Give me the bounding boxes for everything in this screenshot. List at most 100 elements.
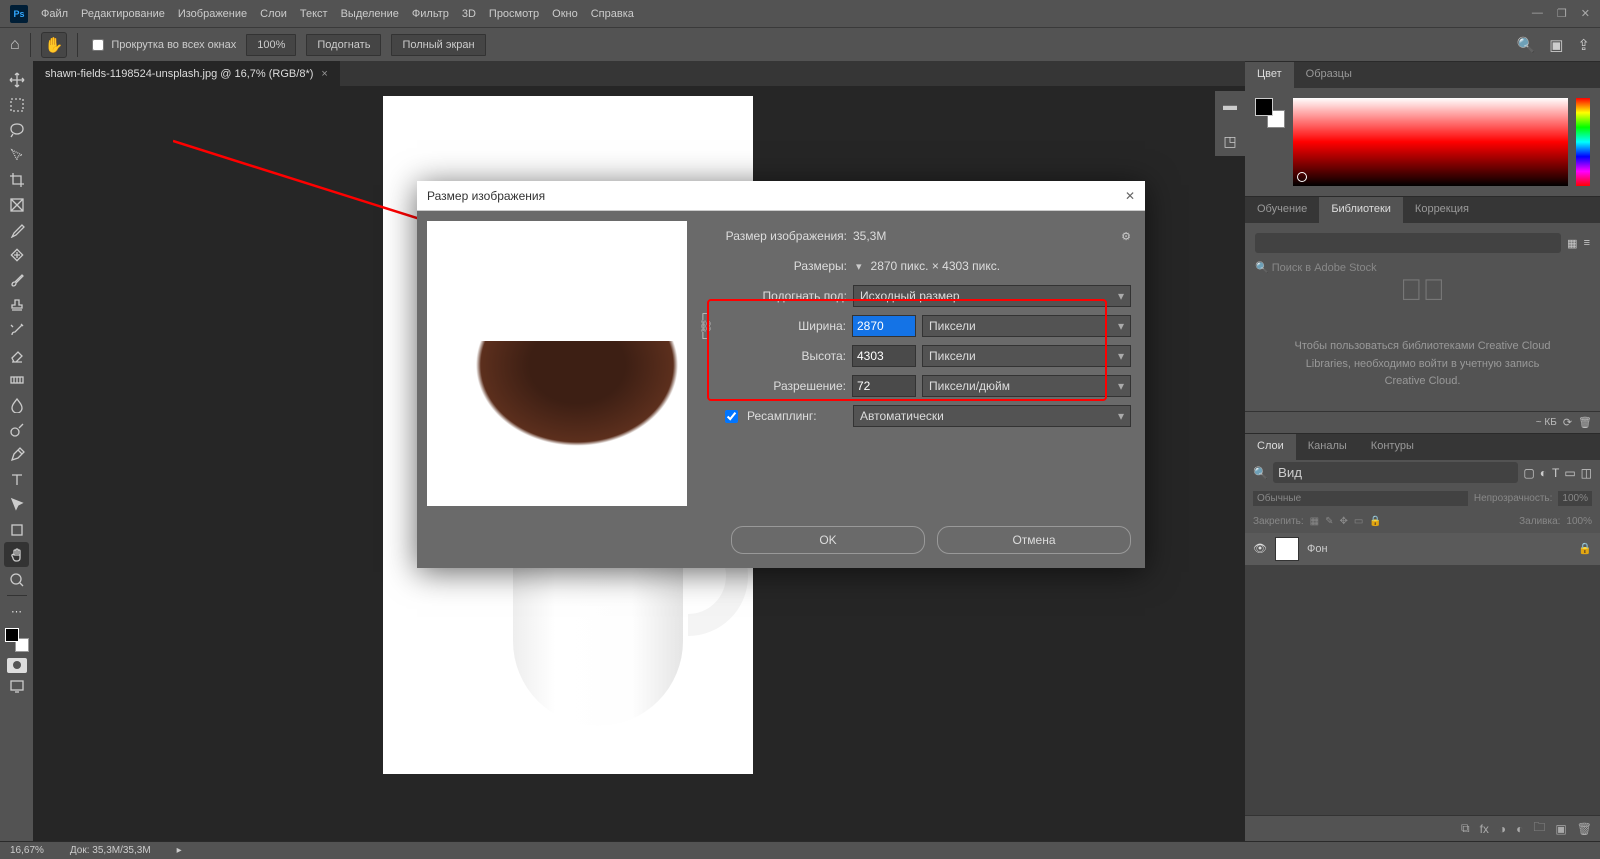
menu-filter[interactable]: Фильтр bbox=[412, 8, 449, 20]
crop-tool[interactable] bbox=[4, 167, 29, 192]
panel-foreground-color[interactable] bbox=[1255, 98, 1273, 116]
marquee-tool[interactable] bbox=[4, 92, 29, 117]
ok-button[interactable]: OK bbox=[731, 526, 925, 554]
foreground-color-swatch[interactable] bbox=[5, 628, 19, 642]
lib-list-icon[interactable]: ≡ bbox=[1584, 237, 1590, 249]
resolution-input[interactable] bbox=[852, 375, 916, 397]
lock-pixels-icon[interactable]: ▦ bbox=[1310, 516, 1319, 527]
pen-tool[interactable] bbox=[4, 442, 29, 467]
resolution-unit-select[interactable]: Пиксели/дюйм bbox=[922, 375, 1131, 397]
group-icon[interactable]: 🗀 bbox=[1533, 818, 1545, 839]
status-zoom[interactable]: 16,67% bbox=[10, 845, 44, 856]
lasso-tool[interactable] bbox=[4, 117, 29, 142]
blend-mode-select[interactable]: Обычные bbox=[1253, 491, 1468, 506]
gradient-tool[interactable] bbox=[4, 367, 29, 392]
layer-thumbnail[interactable] bbox=[1275, 537, 1299, 561]
lock-artboard-icon[interactable]: ▭ bbox=[1354, 516, 1363, 527]
layer-lock-icon[interactable]: 🔒 bbox=[1578, 542, 1592, 555]
move-tool[interactable] bbox=[4, 67, 29, 92]
layers-tab[interactable]: Слои bbox=[1245, 434, 1296, 460]
menu-help[interactable]: Справка bbox=[591, 8, 634, 20]
lib-trash-icon[interactable]: 🗑 bbox=[1578, 416, 1592, 429]
swatches-tab[interactable]: Образцы bbox=[1294, 62, 1364, 88]
zoom-100-button[interactable]: 100% bbox=[246, 34, 296, 56]
menu-file[interactable]: Файл bbox=[41, 8, 68, 20]
filter-smart-icon[interactable]: ◫ bbox=[1581, 466, 1592, 480]
fill-value[interactable]: 100% bbox=[1566, 516, 1592, 527]
edit-toolbar-button[interactable]: ⋯ bbox=[4, 599, 29, 624]
width-unit-select[interactable]: Пиксели bbox=[922, 315, 1131, 337]
lib-sync-icon[interactable]: ⟳ bbox=[1563, 416, 1572, 429]
shape-tool[interactable] bbox=[4, 517, 29, 542]
scroll-all-input[interactable] bbox=[92, 39, 104, 51]
fullscreen-button[interactable]: Полный экран bbox=[391, 34, 485, 56]
filter-type-icon[interactable]: T bbox=[1552, 466, 1559, 480]
blur-tool[interactable] bbox=[4, 392, 29, 417]
menu-3d[interactable]: 3D bbox=[462, 8, 476, 20]
menu-layers[interactable]: Слои bbox=[260, 8, 287, 20]
lock-brush-icon[interactable]: ✎ bbox=[1325, 516, 1333, 527]
scroll-all-checkbox[interactable]: Прокрутка во всех окнах bbox=[88, 36, 236, 54]
eraser-tool[interactable] bbox=[4, 342, 29, 367]
dock-panel-1-icon[interactable]: ▬ bbox=[1223, 97, 1237, 113]
width-input[interactable] bbox=[852, 315, 916, 337]
path-select-tool[interactable] bbox=[4, 492, 29, 517]
quick-select-tool[interactable] bbox=[4, 142, 29, 167]
adjustments-tab[interactable]: Коррекция bbox=[1403, 197, 1481, 223]
color-tab[interactable]: Цвет bbox=[1245, 62, 1294, 88]
minimize-button[interactable]: — bbox=[1532, 7, 1543, 20]
document-tab-close[interactable]: × bbox=[321, 68, 327, 80]
mask-icon[interactable]: ◑ bbox=[1499, 822, 1506, 836]
history-brush-tool[interactable] bbox=[4, 317, 29, 342]
layer-visibility-icon[interactable]: 👁 bbox=[1253, 542, 1267, 555]
color-picker-area[interactable] bbox=[1293, 98, 1568, 186]
hue-slider[interactable] bbox=[1576, 98, 1590, 186]
new-layer-icon[interactable]: ▣ bbox=[1555, 822, 1566, 836]
color-panel-swatches[interactable] bbox=[1255, 98, 1285, 128]
filter-pixel-icon[interactable]: ▢ bbox=[1523, 466, 1534, 480]
resample-select[interactable]: Автоматически bbox=[853, 405, 1131, 427]
status-doc-size[interactable]: Док: 35,3M/35,3M bbox=[70, 845, 151, 856]
eyedropper-tool[interactable] bbox=[4, 217, 29, 242]
close-button[interactable]: ✕ bbox=[1581, 7, 1590, 20]
dock-panel-2-icon[interactable]: ◳ bbox=[1223, 133, 1236, 150]
menu-window[interactable]: Окно bbox=[552, 8, 578, 20]
lib-grid-icon[interactable]: ▦ bbox=[1567, 237, 1577, 250]
height-unit-select[interactable]: Пиксели bbox=[922, 345, 1131, 367]
fitto-select[interactable]: Исходный размер bbox=[853, 285, 1131, 307]
home-button[interactable]: ⌂ bbox=[10, 36, 20, 54]
fx-icon[interactable]: fx bbox=[1480, 822, 1489, 836]
color-swatches[interactable] bbox=[5, 628, 29, 652]
share-icon[interactable]: ⇪ bbox=[1577, 36, 1590, 54]
status-chevron-icon[interactable]: ▸ bbox=[177, 845, 182, 856]
hand-tool-icon[interactable]: ✋ bbox=[41, 32, 68, 58]
workspace-icon[interactable]: ▣ bbox=[1549, 36, 1563, 54]
opacity-value[interactable]: 100% bbox=[1558, 491, 1592, 506]
filter-adjust-icon[interactable]: ◐ bbox=[1540, 466, 1547, 480]
type-tool[interactable] bbox=[4, 467, 29, 492]
menu-edit[interactable]: Редактирование bbox=[81, 8, 165, 20]
menu-image[interactable]: Изображение bbox=[178, 8, 247, 20]
frame-tool[interactable] bbox=[4, 192, 29, 217]
dimensions-chevron-icon[interactable]: ▾ bbox=[853, 260, 865, 273]
brush-tool[interactable] bbox=[4, 267, 29, 292]
link-icon[interactable]: ┌⛓└ bbox=[697, 308, 715, 345]
delete-layer-icon[interactable]: 🗑 bbox=[1577, 822, 1592, 836]
learn-tab[interactable]: Обучение bbox=[1245, 197, 1319, 223]
dialog-close-button[interactable]: ✕ bbox=[1125, 189, 1135, 203]
stamp-tool[interactable] bbox=[4, 292, 29, 317]
hand-tool[interactable] bbox=[4, 542, 29, 567]
dialog-settings-icon[interactable]: ⚙ bbox=[1121, 230, 1131, 243]
restore-button[interactable]: ❐ bbox=[1557, 7, 1567, 20]
menu-select[interactable]: Выделение bbox=[341, 8, 399, 20]
menu-text[interactable]: Текст bbox=[300, 8, 328, 20]
channels-tab[interactable]: Каналы bbox=[1296, 434, 1359, 460]
lock-all-icon[interactable]: 🔒 bbox=[1369, 516, 1381, 527]
resample-checkbox[interactable] bbox=[725, 410, 738, 423]
libraries-tab[interactable]: Библиотеки bbox=[1319, 197, 1403, 223]
search-icon[interactable]: 🔍 bbox=[1517, 36, 1536, 54]
screenmode-button[interactable] bbox=[4, 673, 29, 698]
dodge-tool[interactable] bbox=[4, 417, 29, 442]
link-layers-icon[interactable]: ⧉ bbox=[1461, 821, 1470, 836]
zoom-tool[interactable] bbox=[4, 567, 29, 592]
